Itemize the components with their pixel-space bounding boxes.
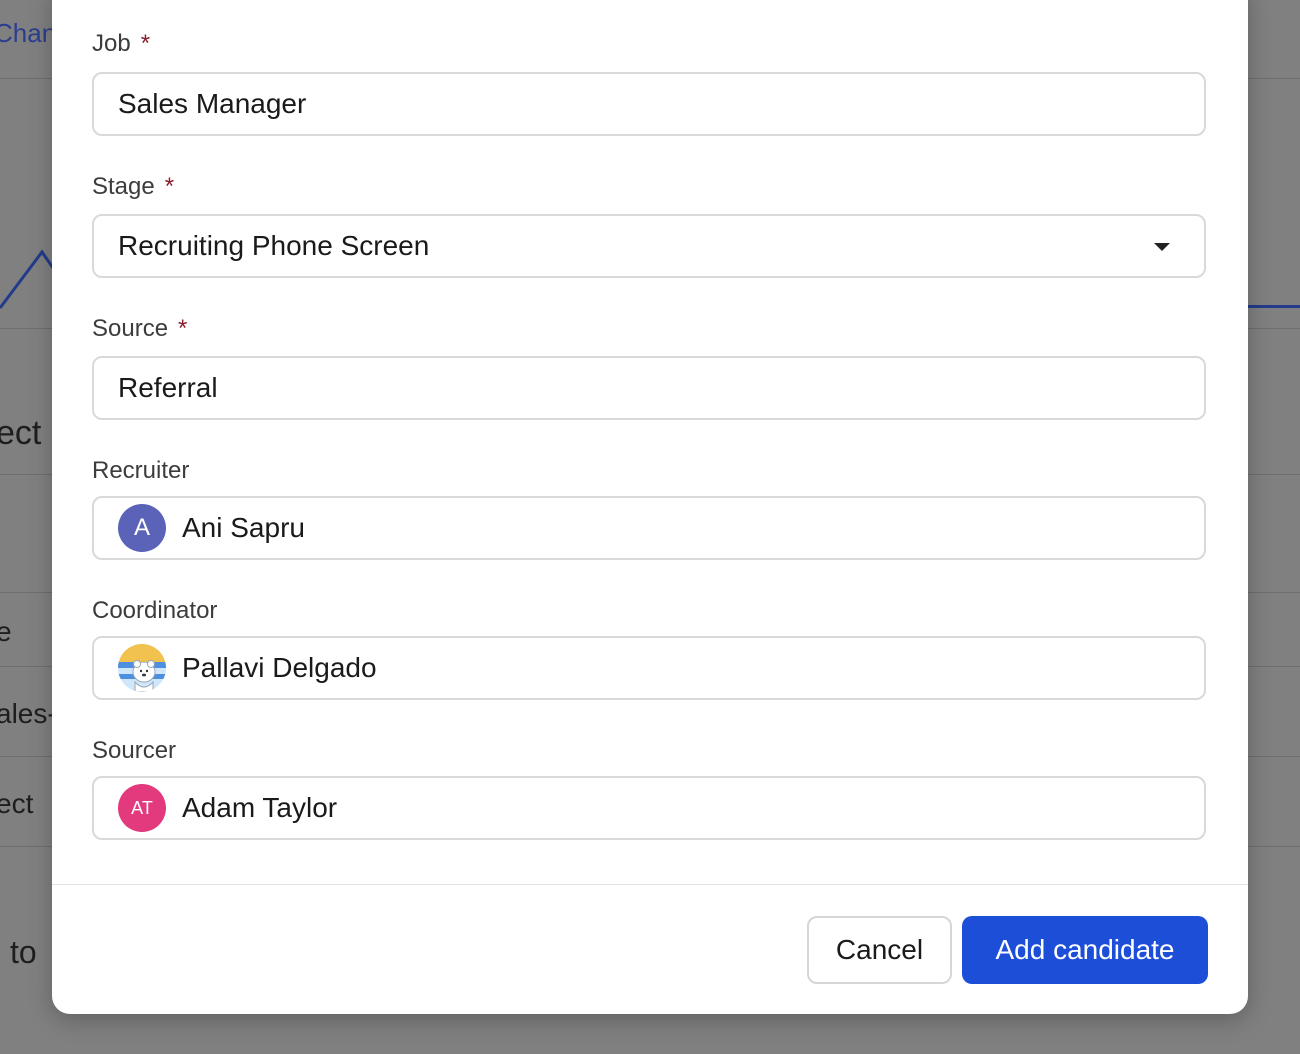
polar-bear-avatar <box>118 644 166 692</box>
background-text-fragment: to <box>10 934 37 970</box>
sourcer-field[interactable]: AT Adam Taylor <box>92 776 1206 840</box>
source-value: Referral <box>118 372 218 403</box>
background-row-fragment: ect <box>0 788 34 819</box>
background-chart-line <box>0 249 60 309</box>
required-mark: * <box>164 173 175 200</box>
job-label: Job * <box>92 30 150 58</box>
stage-value: Recruiting Phone Screen <box>118 230 430 261</box>
stage-select[interactable]: Recruiting Phone Screen <box>92 214 1206 278</box>
source-label: Source * <box>92 315 187 343</box>
caret-down-icon <box>1154 243 1170 251</box>
recruiter-field[interactable]: A Ani Sapru <box>92 496 1206 560</box>
avatar: A <box>118 504 166 552</box>
coordinator-value: Pallavi Delgado <box>182 652 377 683</box>
footer-divider <box>52 884 1248 885</box>
job-field[interactable]: Sales Manager <box>92 72 1206 136</box>
stage-label: Stage * <box>92 173 174 201</box>
cancel-button[interactable]: Cancel <box>807 916 952 984</box>
job-label-text: Job <box>92 30 131 57</box>
stage-label-text: Stage <box>92 173 155 200</box>
required-mark: * <box>140 30 151 57</box>
source-label-text: Source <box>92 315 169 342</box>
add-candidate-dialog: Job * Sales Manager Stage * Recruiting Pho… <box>52 0 1248 1014</box>
source-field[interactable]: Referral <box>92 356 1206 420</box>
add-candidate-button[interactable]: Add candidate <box>962 916 1208 984</box>
sourcer-label: Sourcer <box>92 737 177 764</box>
coordinator-label: Coordinator <box>92 597 218 624</box>
background-link: Chan <box>0 18 57 48</box>
sourcer-value: Adam Taylor <box>182 792 338 823</box>
avatar: AT <box>118 784 166 832</box>
recruiter-value: Ani Sapru <box>182 512 305 543</box>
background-heading-fragment: ect <box>0 414 42 452</box>
coordinator-field[interactable]: Pallavi Delgado <box>92 636 1206 700</box>
background-row-fragment: e <box>0 616 12 647</box>
required-mark: * <box>178 315 188 342</box>
job-value: Sales Manager <box>118 88 307 119</box>
background-chart-baseline <box>1248 305 1300 308</box>
background-row-fragment: ales- <box>0 698 57 729</box>
recruiter-label: Recruiter <box>92 457 190 484</box>
